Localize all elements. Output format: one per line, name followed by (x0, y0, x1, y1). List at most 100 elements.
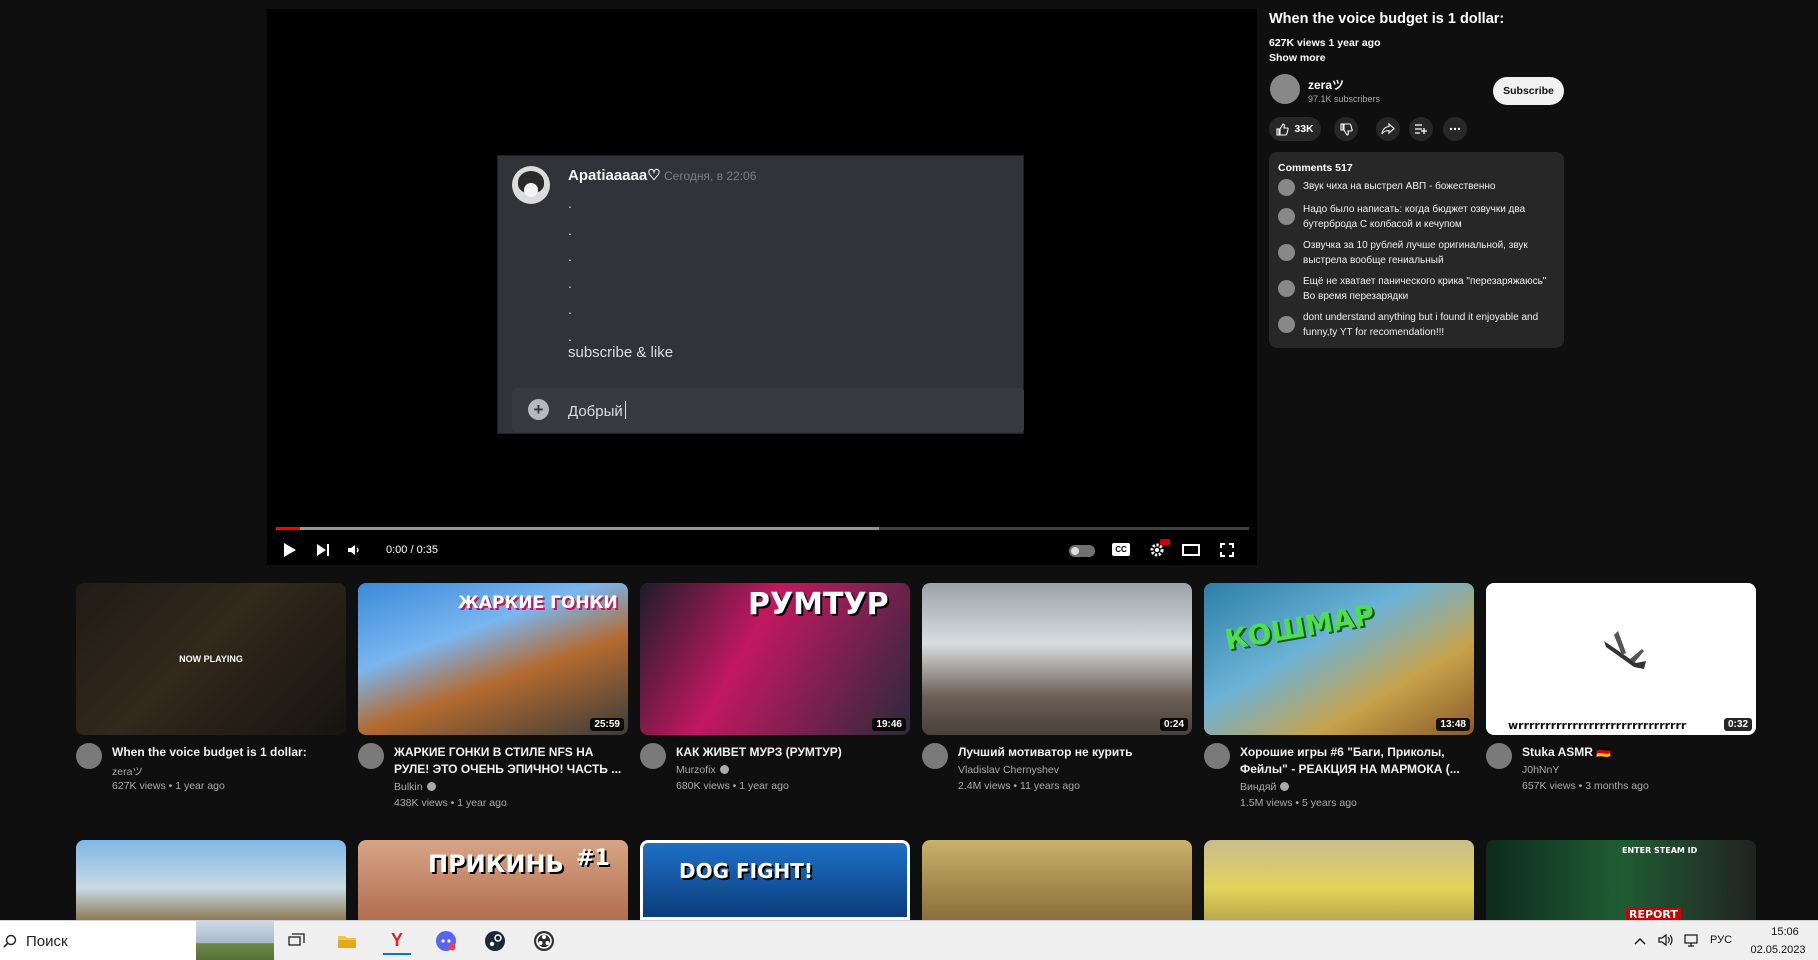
channel-avatar[interactable] (1270, 74, 1300, 104)
comment-text: dont understand anything but i found it … (1303, 312, 1539, 338)
video-thumbnail[interactable] (1204, 840, 1474, 920)
discord-icon[interactable] (432, 927, 460, 955)
comment-text: Ещё не хватает панического крика "переза… (1303, 276, 1547, 302)
progress-buffer (276, 527, 880, 530)
like-button[interactable]: 33K (1269, 117, 1321, 141)
progress-played (276, 527, 301, 530)
fullscreen-icon[interactable] (1216, 538, 1238, 562)
task-view-icon[interactable] (283, 927, 311, 955)
verified-icon (719, 765, 729, 774)
channel-avatar[interactable] (76, 743, 102, 769)
autoplay-toggle[interactable] (1069, 545, 1095, 557)
video-card-title[interactable]: Хорошие игры #6 "Баги, Приколы, Фейлы" -… (1240, 744, 1472, 778)
video-card-channel[interactable]: Vladislav Chernyshev (958, 764, 1059, 776)
share-button[interactable] (1376, 117, 1400, 141)
hd-badge (1160, 539, 1170, 545)
message-dots: . . . . . . (568, 190, 572, 349)
video-thumbnail[interactable]: wrrrrrrrrrrrrrrrrrrrrrrrrrrrrrrr 0:32 (1486, 583, 1756, 735)
playlist-add-icon (1415, 124, 1427, 134)
video-card-channel[interactable]: J0hNnY (1522, 764, 1559, 776)
video-card-channel[interactable]: Bulkin (394, 781, 436, 793)
network-icon[interactable] (1683, 933, 1699, 950)
thumbnail-text: ЖАРКИЕ ГОНКИ (458, 593, 618, 613)
video-thumbnail[interactable]: NOW PLAYING (76, 583, 346, 735)
thumbnail-text: ПРИКИНЬ (428, 850, 564, 878)
video-duration: 0:24 (1159, 718, 1188, 731)
channel-avatar[interactable] (1204, 743, 1230, 769)
volume-icon[interactable] (343, 538, 365, 562)
video-thumbnail[interactable] (76, 840, 346, 920)
show-more-link[interactable]: Show more (1269, 52, 1326, 64)
video-player[interactable]: Apatiaaaaa♡ Сегодня, в 22:06 . . . . . .… (267, 9, 1257, 565)
speaker-icon[interactable] (1658, 933, 1674, 950)
message-dot: . (568, 301, 572, 317)
channel-subscribers: 97.1K subscribers (1308, 94, 1381, 104)
video-thumbnail[interactable]: ENTER STEAM ID REPORT (1486, 840, 1756, 920)
video-thumbnail[interactable]: РУМТУР 19:46 (640, 583, 910, 735)
channel-avatar[interactable] (640, 743, 666, 769)
video-thumbnail[interactable]: DOG FIGHT! (640, 840, 910, 920)
channel-avatar[interactable] (1486, 743, 1512, 769)
channel-avatar[interactable] (922, 743, 948, 769)
video-card-title[interactable]: Лучший мотиватор не курить (958, 744, 1190, 761)
file-explorer-icon[interactable] (333, 927, 361, 955)
comment-avatar (1278, 244, 1295, 261)
obs-icon[interactable] (530, 927, 558, 955)
video-card-title[interactable]: ЖАРКИЕ ГОНКИ В СТИЛЕ NFS НА РУЛЕ! ЭТО ОЧ… (394, 744, 626, 778)
clock-time[interactable]: 15:06 (1758, 926, 1812, 938)
thumbs-up-icon (1276, 122, 1290, 136)
play-icon[interactable] (278, 538, 302, 562)
steam-icon[interactable] (481, 927, 509, 955)
theater-mode-icon[interactable] (1180, 538, 1202, 562)
subscribe-button[interactable]: Subscribe (1493, 77, 1564, 105)
message-username: Apatiaaaaa♡ (568, 167, 661, 184)
verified-icon (1280, 782, 1290, 791)
video-duration: 19:46 (872, 718, 906, 731)
chevron-up-icon[interactable] (1634, 933, 1646, 948)
video-thumbnail[interactable]: КОШМАР 13:48 (1204, 583, 1474, 735)
video-thumbnail[interactable]: 0:24 (922, 583, 1192, 735)
channel-avatar[interactable] (358, 743, 384, 769)
more-actions-button[interactable] (1443, 117, 1467, 141)
video-card-title[interactable]: When the voice budget is 1 dollar: (112, 744, 344, 761)
video-title: When the voice budget is 1 dollar: (1269, 11, 1505, 27)
channel-name[interactable]: zeraツ (1308, 76, 1344, 93)
dislike-button[interactable] (1334, 117, 1358, 141)
plus-icon: + (528, 399, 549, 420)
taskbar-search[interactable]: Поиск (0, 921, 274, 960)
video-card-channel[interactable]: zeraツ (112, 764, 143, 779)
search-icon (3, 934, 17, 948)
yandex-browser-icon[interactable]: Y (383, 927, 411, 955)
subtitles-icon[interactable]: CC (1112, 543, 1130, 556)
video-card-views: 680K views • 1 year ago (676, 780, 789, 792)
video-thumbnail[interactable] (922, 840, 1192, 920)
message-avatar (512, 166, 550, 204)
video-card-title[interactable]: Stuka ASMR 🇩🇪 (1522, 744, 1754, 761)
thumbnail-text: #1 (576, 846, 610, 871)
verified-icon (426, 782, 436, 791)
video-frame-message-card: Apatiaaaaa♡ Сегодня, в 22:06 . . . . . .… (497, 155, 1024, 434)
clock-date[interactable]: 02.05.2023 (1745, 944, 1811, 956)
player-controls: 0:00 / 0:35 CC (267, 536, 1257, 564)
share-icon (1381, 123, 1395, 135)
message-timestamp: Сегодня, в 22:06 (664, 169, 757, 183)
comment-avatar (1278, 280, 1295, 297)
save-to-playlist-button[interactable] (1409, 117, 1433, 141)
video-card-channel[interactable]: Murzofix (676, 764, 729, 776)
message-dot: . (568, 248, 572, 264)
keyboard-language[interactable]: РУС (1710, 934, 1732, 946)
thumbnail-text: ENTER STEAM ID (1622, 846, 1698, 855)
next-icon[interactable] (311, 538, 335, 562)
comment-avatar (1278, 208, 1295, 225)
message-draft: Добрый (568, 403, 623, 420)
message-dot: . (568, 195, 572, 211)
video-card-channel[interactable]: Виндяй (1240, 781, 1290, 793)
comments-header: Comments 517 (1278, 162, 1353, 174)
comments-panel[interactable]: Comments 517 Звук чиха на выстрел АВП - … (1269, 152, 1564, 348)
app-window: Apatiaaaaa♡ Сегодня, в 22:06 . . . . . .… (0, 0, 1818, 960)
video-card-title[interactable]: КАК ЖИВЕТ МУРЗ (РУМТУР) (676, 744, 908, 761)
taskbar-search-label: Поиск (26, 933, 68, 950)
video-thumbnail[interactable]: ПРИКИНЬ #1 (358, 840, 628, 920)
progress-bar[interactable] (276, 527, 1249, 530)
video-thumbnail[interactable]: ЖАРКИЕ ГОНКИ 25:59 (358, 583, 628, 735)
